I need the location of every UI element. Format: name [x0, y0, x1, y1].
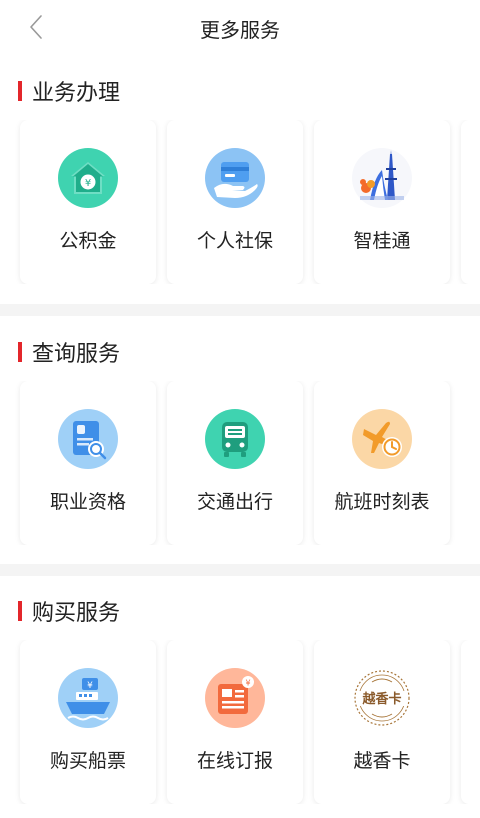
- page-title: 更多服务: [200, 18, 280, 42]
- service-card-ship-ticket[interactable]: ¥ 购买船票: [20, 640, 156, 804]
- service-card-newspaper[interactable]: ¥ 在线订报: [167, 640, 303, 804]
- service-card-qualification[interactable]: 职业资格: [20, 381, 156, 545]
- service-card-social-security[interactable]: 个人社保: [167, 120, 303, 284]
- social-security-card-icon: [205, 148, 265, 208]
- card-label: 智桂通: [353, 230, 411, 252]
- section-divider: [0, 304, 480, 316]
- service-card-row: ¥ 公积金 个人社保 智桂通: [0, 120, 480, 284]
- card-label: 航班时刻表: [334, 491, 430, 513]
- document-search-icon: [58, 409, 118, 469]
- section-title: 查询服务: [32, 342, 121, 367]
- zhiguitong-landmark-icon: [352, 148, 412, 208]
- card-label: 购买船票: [49, 750, 126, 772]
- service-card-flight-schedule[interactable]: 航班时刻表: [314, 381, 450, 545]
- newspaper-icon: ¥: [205, 668, 265, 728]
- svg-text:¥: ¥: [87, 681, 93, 691]
- svg-text:¥: ¥: [245, 679, 250, 688]
- section-divider: [0, 564, 480, 576]
- section-business: 业务办理 ¥ 公积金 个人社保 智桂通: [0, 76, 480, 296]
- section-header: 购买服务: [18, 596, 120, 626]
- bus-icon: [205, 409, 265, 469]
- section-accent-bar: [18, 342, 22, 362]
- card-label: 在线订报: [196, 750, 273, 772]
- card-label: 职业资格: [49, 491, 126, 513]
- service-card-row: 职业资格 交通出行 航班时刻表: [0, 381, 480, 545]
- service-card-transport[interactable]: 交通出行: [167, 381, 303, 545]
- service-card-housing-fund[interactable]: ¥ 公积金: [20, 120, 156, 284]
- card-label: 公积金: [59, 230, 117, 252]
- section-title: 购买服务: [32, 601, 121, 626]
- service-card-partial[interactable]: [461, 120, 480, 284]
- yuexiangka-logo: 越香卡: [352, 668, 412, 728]
- section-query: 查询服务 职业资格 交通出行 航班时刻表: [0, 337, 480, 557]
- top-bar: 更多服务: [0, 0, 480, 56]
- section-purchase: 购买服务 ¥ 购买船票 ¥ 在线订报 越香卡 越香卡: [0, 596, 480, 818]
- ship-ticket-icon: ¥: [58, 668, 118, 728]
- service-card-partial[interactable]: [461, 640, 480, 804]
- section-accent-bar: [18, 601, 22, 621]
- card-label: 越香卡: [353, 750, 411, 772]
- section-header: 业务办理: [18, 76, 120, 106]
- housing-fund-icon: ¥: [58, 148, 118, 208]
- svg-text:越香卡: 越香卡: [361, 691, 401, 707]
- service-card-zhiguitong[interactable]: 智桂通: [314, 120, 450, 284]
- section-accent-bar: [18, 81, 22, 101]
- service-card-yuexiangka[interactable]: 越香卡 越香卡: [314, 640, 450, 804]
- section-header: 查询服务: [18, 337, 120, 367]
- service-card-row: ¥ 购买船票 ¥ 在线订报 越香卡 越香卡: [0, 640, 480, 804]
- section-title: 业务办理: [32, 81, 121, 106]
- svg-text:¥: ¥: [85, 178, 91, 189]
- airplane-clock-icon: [352, 409, 412, 469]
- card-label: 个人社保: [196, 230, 273, 252]
- card-label: 交通出行: [196, 491, 273, 513]
